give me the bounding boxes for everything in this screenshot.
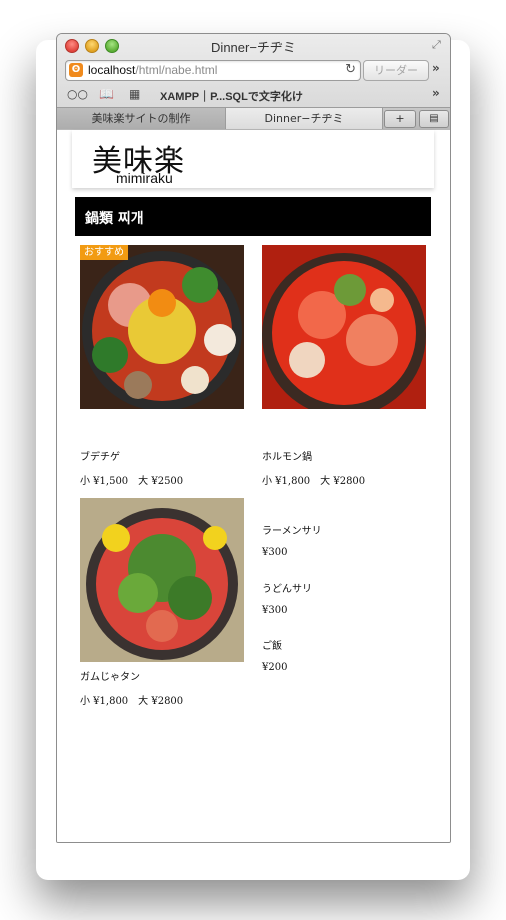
bookmarks-bar: ○○ 📖 ▦ XAMPP｜P...SQLで文字化け (57, 84, 450, 104)
top-sites-grid-icon[interactable]: ▦ (129, 87, 140, 101)
side-price-ramen-sari: ¥300 (262, 547, 288, 558)
dish-name-horumon-nabe: ホルモン鍋 (262, 452, 312, 463)
dish-price-gamjatang: 小 ¥1,800 大 ¥2800 (80, 696, 184, 707)
xampp-favicon-icon: ʘ (69, 63, 83, 77)
new-tab-button[interactable]: + (384, 110, 416, 128)
side-name-udon-sari: うどんサリ (262, 584, 312, 595)
dish-name-gamjatang: ガムじゃタン (80, 672, 140, 683)
dish-image-gamjatang[interactable] (80, 498, 244, 662)
tab-overview-button[interactable]: ▤ (419, 110, 449, 128)
dish-name-budaejjigae: ブデチゲ (80, 452, 120, 463)
bookmark-item-xampp[interactable]: XAMPP｜P...SQLで文字化け (160, 88, 303, 104)
dish-image-budaejjigae[interactable]: おすすめ (80, 245, 244, 409)
site-header: 美味楽 mimiraku (72, 130, 434, 188)
reader-button[interactable]: リーダー (363, 60, 429, 81)
address-bar[interactable]: ʘ localhost/html/nabe.html ↻ (65, 60, 361, 81)
side-name-ramen-sari: ラーメンサリ (262, 526, 322, 537)
browser-chrome: Dinner−チヂミ ⤢ ʘ localhost/html/nabe.html … (57, 34, 450, 130)
category-title: 鍋類 찌개 (85, 211, 144, 227)
reload-icon[interactable]: ↻ (345, 62, 356, 77)
recommended-badge: おすすめ (80, 245, 128, 260)
url-host: localhost (88, 63, 136, 77)
url-path: /html/nabe.html (135, 63, 218, 77)
bookmarks-book-icon[interactable]: 📖 (99, 87, 114, 101)
browser-window: Dinner−チヂミ ⤢ ʘ localhost/html/nabe.html … (56, 33, 451, 843)
side-name-rice: ご飯 (262, 641, 282, 652)
page-content: 美味楽 mimiraku 鍋類 찌개 おすすめ ブデチゲ 小 ¥1,500 大 … (57, 130, 450, 842)
dish-image-horumon-nabe[interactable] (262, 245, 426, 409)
dish-price-budaejjigae: 小 ¥1,500 大 ¥2500 (80, 476, 184, 487)
site-logo-subtitle: mimiraku (116, 170, 173, 186)
tab-mimiraku-site[interactable]: 美味楽サイトの制作 (57, 108, 226, 129)
window-title: Dinner−チヂミ (211, 40, 296, 55)
tab-bar: 美味楽サイトの制作 Dinner−チヂミ + ▤ (57, 107, 450, 130)
side-price-rice: ¥200 (262, 662, 288, 673)
fullscreen-icon[interactable]: ⤢ (432, 39, 444, 51)
bookmarks-overflow-icon[interactable]: » (432, 86, 440, 100)
url-text: localhost/html/nabe.html (88, 63, 217, 77)
category-heading: 鍋類 찌개 (75, 197, 431, 236)
dish-price-horumon-nabe: 小 ¥1,800 大 ¥2800 (262, 476, 366, 487)
side-price-udon-sari: ¥300 (262, 605, 288, 616)
reading-list-icon[interactable]: ○○ (67, 87, 88, 101)
tab-dinner[interactable]: Dinner−チヂミ (226, 108, 383, 129)
toolbar-overflow-icon[interactable]: » (432, 61, 440, 75)
